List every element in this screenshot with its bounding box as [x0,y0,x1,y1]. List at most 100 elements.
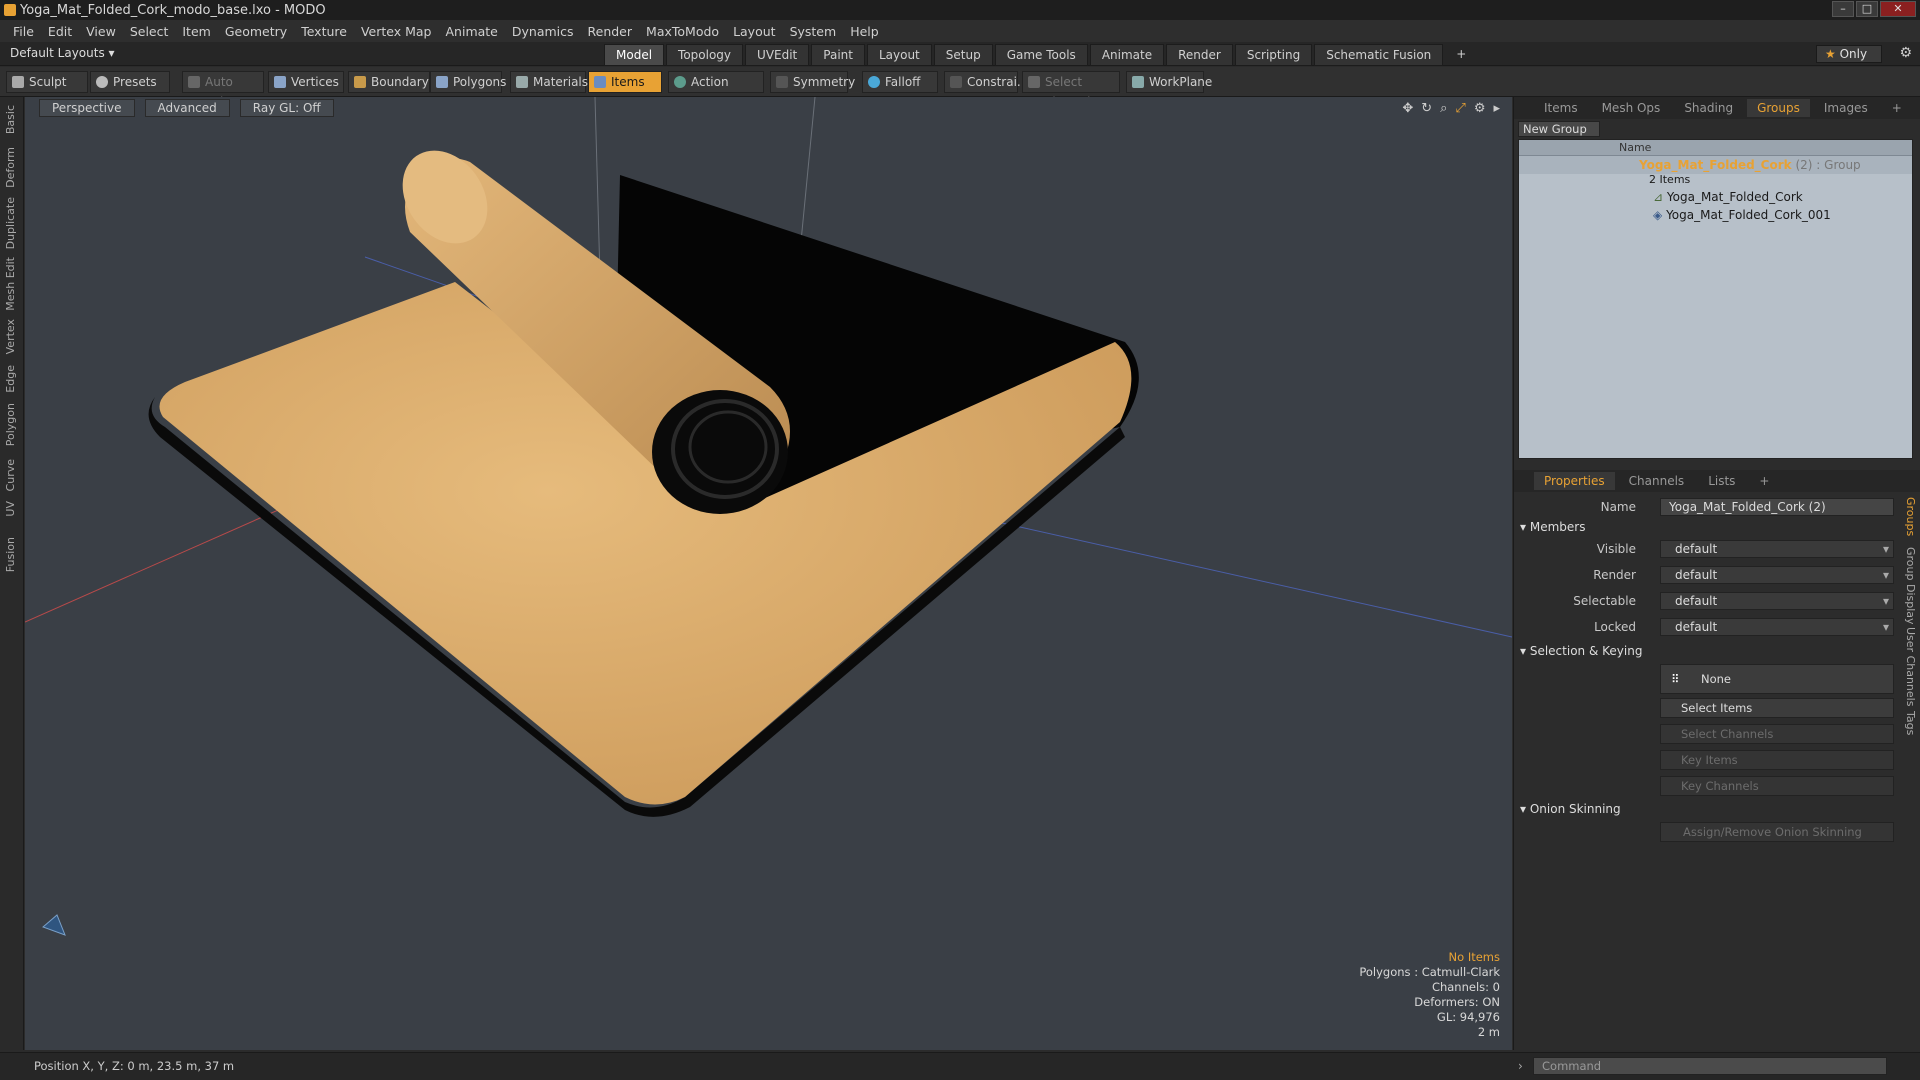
select-channels-button[interactable]: Select Channels [1660,724,1894,744]
items-button[interactable]: Items [588,71,662,93]
left-tab-duplicate[interactable]: Duplicate [4,197,17,249]
onion-skinning-section[interactable]: ▾ Onion Skinning [1520,802,1621,816]
auto-select-button[interactable]: Auto Select [182,71,264,109]
group-row[interactable]: Yoga_Mat_Folded_Cork (2) : Group [1519,156,1912,174]
left-tab-deform[interactable]: Deform [4,147,17,188]
vertices-button[interactable]: Vertices 1 [268,71,344,109]
menu-item[interactable]: Item [175,24,217,39]
side-tab-user-channels[interactable]: User Channels [1904,627,1917,706]
visible-dropdown[interactable]: default [1660,540,1894,558]
materials-button[interactable]: Materials [510,71,588,93]
action-center-button[interactable]: Action Center [668,71,764,109]
constraints-button[interactable]: Constrai... [944,71,1028,93]
menu-file[interactable]: File [6,24,41,39]
menu-system[interactable]: System [783,24,844,39]
tab-images[interactable]: Images [1814,99,1878,117]
3d-viewport[interactable]: Perspective Advanced Ray GL: Off ✥ ↻ ⌕ ⤢… [25,97,1512,1050]
tab-paint[interactable]: Paint [811,44,865,66]
tab-channels[interactable]: Channels [1619,472,1695,490]
command-input[interactable]: Command [1533,1057,1887,1075]
menu-help[interactable]: Help [843,24,886,39]
menu-texture[interactable]: Texture [294,24,354,39]
perspective-button[interactable]: Perspective [39,99,135,117]
gear-icon[interactable]: ⚙ [1899,45,1912,61]
symmetry-button[interactable]: Symmetry [770,71,855,93]
left-tab-edge[interactable]: Edge [4,365,17,393]
menu-animate[interactable]: Animate [439,24,505,39]
tab-animate[interactable]: Animate [1089,44,1165,66]
tab-model[interactable]: Model [604,44,665,66]
side-tab-groups[interactable]: Groups [1904,497,1917,536]
add-panel-tab-icon[interactable]: + [1882,99,1912,117]
only-button[interactable]: ★ Only [1816,45,1882,63]
menu-maxtomodo[interactable]: MaxToModo [639,24,726,39]
left-tab-curve[interactable]: Curve [4,459,17,491]
render-dropdown[interactable]: default [1660,566,1894,584]
menu-vertex-map[interactable]: Vertex Map [354,24,439,39]
move-view-icon[interactable]: ✥ [1402,101,1413,116]
selectable-dropdown[interactable]: default [1660,592,1894,610]
close-icon[interactable]: ✕ [1880,1,1916,17]
key-items-button[interactable]: Key Items [1660,750,1894,770]
tab-game-tools[interactable]: Game Tools [994,44,1088,66]
zoom-icon[interactable]: ⌕ [1440,101,1447,116]
tab-properties[interactable]: Properties [1534,472,1615,490]
fit-view-icon[interactable]: ⤢ [1455,101,1465,116]
tab-mesh-ops[interactable]: Mesh Ops [1592,99,1671,117]
expand-arrow-icon[interactable]: ▸ [1493,101,1500,116]
tree-item-row[interactable]: ⊿ Yoga_Mat_Folded_Cork [1519,188,1912,206]
select-through-button[interactable]: Select Through [1022,71,1120,109]
locked-dropdown[interactable]: default [1660,618,1894,636]
onion-skinning-button[interactable]: Assign/Remove Onion Skinning [1660,822,1894,842]
tab-uvedit[interactable]: UVEdit [745,44,810,66]
minimize-icon[interactable]: – [1832,1,1854,17]
left-tab-fusion[interactable]: Fusion [4,537,17,572]
name-field[interactable]: Yoga_Mat_Folded_Cork (2) [1660,498,1894,516]
menu-edit[interactable]: Edit [41,24,79,39]
rotate-view-icon[interactable]: ↻ [1421,101,1432,116]
side-tab-tags[interactable]: Tags [1904,711,1917,735]
left-tab-basic[interactable]: Basic [4,105,17,134]
tab-render[interactable]: Render [1166,44,1233,66]
menu-select[interactable]: Select [123,24,176,39]
menu-view[interactable]: View [79,24,123,39]
left-tab-mesh-edit[interactable]: Mesh Edit [4,257,17,311]
boundary-button[interactable]: Boundary [348,71,430,93]
tab-topology[interactable]: Topology [666,44,744,66]
shading-button[interactable]: Advanced [144,99,230,117]
presets-button[interactable]: Presets [90,71,170,93]
raygl-button[interactable]: Ray GL: Off [239,99,334,117]
sculpt-button[interactable]: Sculpt [6,71,88,93]
menu-dynamics[interactable]: Dynamics [505,24,581,39]
tab-lists[interactable]: Lists [1698,472,1745,490]
menu-layout[interactable]: Layout [726,24,783,39]
left-tab-polygon[interactable]: Polygon [4,403,17,446]
tab-shading[interactable]: Shading [1674,99,1743,117]
tab-setup[interactable]: Setup [933,44,993,66]
menu-render[interactable]: Render [581,24,640,39]
workplane-button[interactable]: WorkPlane [1126,71,1212,93]
tab-layout[interactable]: Layout [866,44,932,66]
selection-keying-section[interactable]: ▾ Selection & Keying [1520,644,1642,658]
add-tab-icon[interactable]: + [1445,44,1477,66]
tab-scripting[interactable]: Scripting [1234,44,1313,66]
key-channels-button[interactable]: Key Channels [1660,776,1894,796]
tab-schematic-fusion[interactable]: Schematic Fusion [1314,44,1444,66]
select-items-button[interactable]: Select Items [1660,698,1894,718]
tree-item-row[interactable]: ◈ Yoga_Mat_Folded_Cork_001 [1519,206,1912,224]
polygons-button[interactable]: Polygons [430,71,506,93]
tab-groups[interactable]: Groups [1747,99,1810,117]
tab-items[interactable]: Items [1534,99,1588,117]
side-tab-group-display[interactable]: Group Display [1904,547,1917,625]
left-tab-vertex[interactable]: Vertex [4,319,17,354]
none-button[interactable]: ⠿ None [1660,664,1894,694]
menu-geometry[interactable]: Geometry [218,24,294,39]
maximize-icon[interactable]: □ [1856,1,1878,17]
add-props-tab-icon[interactable]: + [1749,472,1779,490]
members-section[interactable]: ▾ Members [1520,520,1585,534]
viewport-settings-icon[interactable]: ⚙ [1474,101,1486,116]
falloff-button[interactable]: Falloff [862,71,938,93]
new-group-button[interactable]: New Group [1518,121,1600,137]
left-tab-uv[interactable]: UV [4,501,17,517]
layouts-dropdown[interactable]: Default Layouts ▾ [10,46,115,60]
